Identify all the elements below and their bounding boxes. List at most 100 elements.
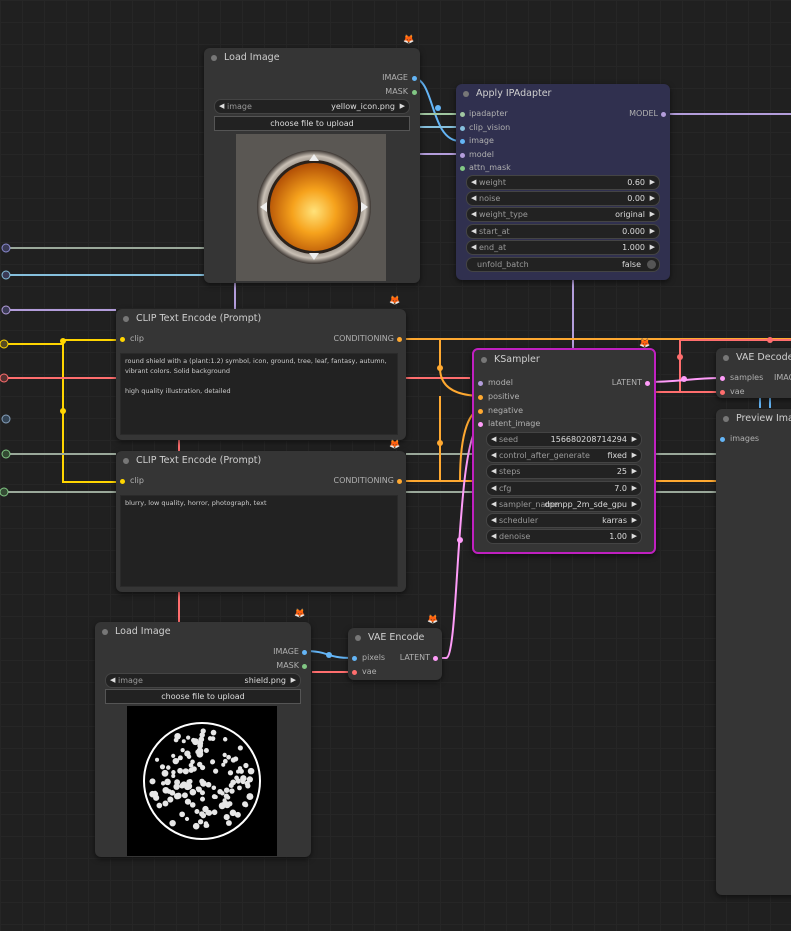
input-attn-mask[interactable]: attn_mask xyxy=(460,161,511,175)
mask-dot xyxy=(205,810,210,816)
input-vae[interactable]: vae xyxy=(720,385,745,399)
input-vae[interactable]: vae xyxy=(352,665,377,679)
mask-dot xyxy=(180,747,185,753)
input-model[interactable]: model xyxy=(478,376,513,390)
scheduler-widget[interactable]: ◀ scheduler karras ▶ xyxy=(486,513,642,528)
mask-dot xyxy=(247,767,255,775)
mask-dot xyxy=(243,802,249,808)
mask-dot xyxy=(226,754,231,760)
upload-button[interactable]: choose file to upload xyxy=(214,116,410,131)
input-model[interactable]: model xyxy=(460,148,494,162)
mask-dot xyxy=(207,736,213,741)
upload-button[interactable]: choose file to upload xyxy=(105,689,301,704)
input-negative[interactable]: negative xyxy=(478,404,523,418)
vae-encode-node[interactable]: VAE Encode 🦊 pixels vae LATENT xyxy=(348,615,442,680)
mask-dot xyxy=(179,783,185,789)
mask-dot xyxy=(211,809,218,816)
steps-widget[interactable]: ◀ steps 25 ▶ xyxy=(486,464,642,479)
end-at-widget[interactable]: ◀ end_at 1.000 ▶ xyxy=(466,240,660,255)
mask-dot xyxy=(225,820,232,826)
input-samples[interactable]: samples xyxy=(720,371,763,385)
input-latent-image[interactable]: latent_image xyxy=(478,417,540,431)
input-images[interactable]: images xyxy=(720,432,759,446)
mask-dot xyxy=(152,790,158,796)
mask-dot xyxy=(181,739,186,744)
image-select[interactable]: ◀ image yellow_icon.png ▶ xyxy=(214,99,410,114)
mask-dot xyxy=(243,762,249,769)
vae-decode-node[interactable]: VAE Decode samples vae IMAG xyxy=(716,348,791,398)
output-mask[interactable]: MASK xyxy=(276,659,307,673)
mask-dot xyxy=(233,756,239,762)
mask-dot xyxy=(169,819,176,827)
mask-dot xyxy=(177,755,183,761)
mask-dot xyxy=(204,823,210,828)
mask-dot xyxy=(184,798,192,805)
weight-type-widget[interactable]: ◀ weight_type original ▶ xyxy=(466,207,660,222)
weight-widget[interactable]: ◀ weight 0.60 ▶ xyxy=(466,175,660,190)
node-title: CLIP Text Encode (Prompt) xyxy=(116,451,406,471)
mask-dot xyxy=(185,782,193,790)
load-image-node-2[interactable]: Load Image 🦊 IMAGE MASK ◀ image shield.png… xyxy=(95,609,311,857)
mask-dot xyxy=(223,787,230,793)
unfold-batch-toggle[interactable]: unfold_batch false xyxy=(466,257,660,272)
load-image-node-1[interactable]: Load Image 🦊 IMAGE MASK ◀ image yellow_i… xyxy=(204,35,420,283)
fox-badge-icon: 🦊 xyxy=(403,35,415,45)
mask-dot xyxy=(218,802,226,810)
output-latent[interactable]: LATENT xyxy=(612,376,650,390)
start-at-widget[interactable]: ◀ start_at 0.000 ▶ xyxy=(466,224,660,239)
clip-text-encode-positive[interactable]: CLIP Text Encode (Prompt) 🦊 clip CONDITI… xyxy=(116,296,406,440)
mask-dot xyxy=(211,794,217,800)
preview-image-node[interactable]: Preview Imag images xyxy=(716,409,791,895)
image-preview xyxy=(127,706,277,856)
clip-text-encode-negative[interactable]: CLIP Text Encode (Prompt) 🦊 clip CONDITI… xyxy=(116,440,406,592)
prompt-textarea[interactable]: round shield with a (plant:1.2) symbol, … xyxy=(120,353,398,435)
fox-badge-icon: 🦊 xyxy=(639,339,651,349)
cfg-widget[interactable]: ◀ cfg 7.0 ▶ xyxy=(486,481,642,496)
input-image[interactable]: image xyxy=(460,134,494,148)
mask-dot xyxy=(167,796,174,803)
denoise-widget[interactable]: ◀ denoise 1.00 ▶ xyxy=(486,529,642,544)
sampler-name-widget[interactable]: ◀ sampler_name dpmpp_2m_sde_gpu ▶ xyxy=(486,497,642,512)
mask-dot xyxy=(203,747,209,754)
noise-widget[interactable]: ◀ noise 0.00 ▶ xyxy=(466,191,660,206)
image-select[interactable]: ◀ image shield.png ▶ xyxy=(105,673,301,688)
input-positive[interactable]: positive xyxy=(478,390,519,404)
mask-dot xyxy=(188,767,194,773)
output-conditioning[interactable]: CONDITIONING xyxy=(334,332,402,346)
mask-dot xyxy=(240,779,246,785)
output-image[interactable]: IMAGE xyxy=(273,645,307,659)
output-model[interactable]: MODEL xyxy=(629,107,666,121)
input-clip[interactable]: clip xyxy=(120,332,144,346)
mask-dot xyxy=(181,792,188,799)
output-mask[interactable]: MASK xyxy=(385,85,417,99)
mask-dot xyxy=(246,776,253,783)
output-image[interactable]: IMAG xyxy=(774,371,791,385)
mask-dot xyxy=(192,822,200,830)
mask-dot xyxy=(173,792,181,800)
mask-dot xyxy=(156,802,163,809)
prompt-textarea[interactable]: blurry, low quality, horror, photograph,… xyxy=(120,495,398,587)
ksampler-node[interactable]: KSampler 🦊 model positive negative laten… xyxy=(472,339,656,554)
mask-dot xyxy=(171,753,176,758)
mask-dot xyxy=(177,767,184,774)
mask-dot xyxy=(222,758,228,764)
mask-dot xyxy=(179,811,185,818)
input-pixels[interactable]: pixels xyxy=(352,651,385,665)
node-title: Preview Imag xyxy=(716,409,791,429)
apply-ipadapter-node[interactable]: Apply IPAdapter ipadapter clip_vision im… xyxy=(456,84,670,280)
output-conditioning[interactable]: CONDITIONING xyxy=(334,474,402,488)
control-after-generate-widget[interactable]: ◀ control_after_generate fixed ▶ xyxy=(486,448,642,463)
seed-widget[interactable]: ◀ seed 156680208714294 ▶ xyxy=(486,432,642,447)
mask-dot xyxy=(197,740,204,747)
input-clip-vision[interactable]: clip_vision xyxy=(460,121,510,135)
mask-dot xyxy=(235,778,241,784)
input-clip[interactable]: clip xyxy=(120,474,144,488)
node-title: KSampler xyxy=(474,350,654,370)
output-image[interactable]: IMAGE xyxy=(382,71,417,85)
mask-dot xyxy=(226,795,231,800)
output-latent[interactable]: LATENT xyxy=(400,651,438,665)
node-title: Load Image xyxy=(95,622,311,642)
mask-dot xyxy=(237,766,243,771)
node-title: CLIP Text Encode (Prompt) xyxy=(116,309,406,329)
input-ipadapter[interactable]: ipadapter xyxy=(460,107,508,121)
